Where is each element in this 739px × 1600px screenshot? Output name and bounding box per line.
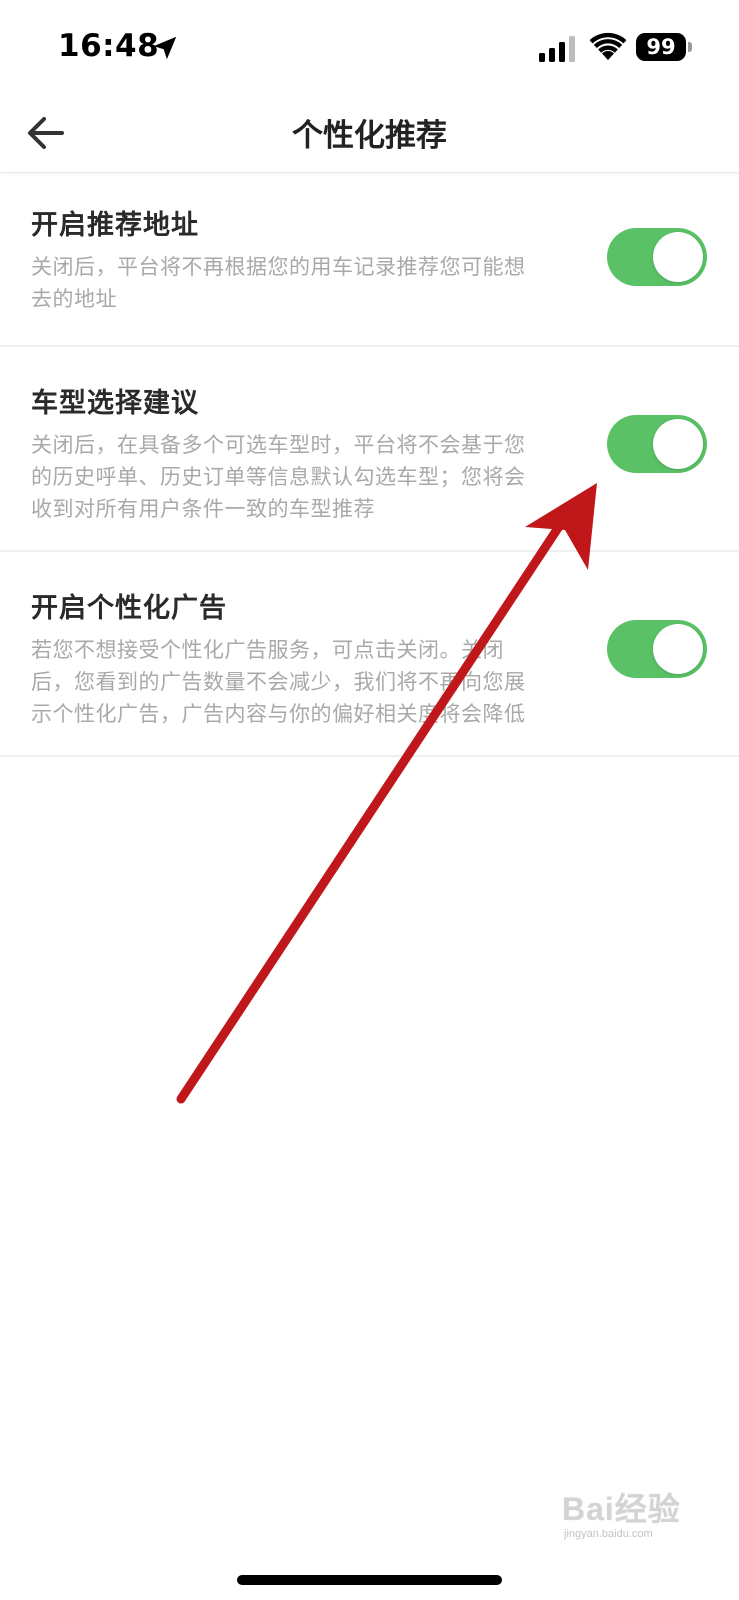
setting-row-recommended-address: 开启推荐地址 关闭后，平台将不再根据您的用车记录推荐您可能想 去的地址 — [0, 173, 739, 347]
description-line: 收到对所有用户条件一致的车型推荐 — [31, 497, 375, 521]
setting-description: 关闭后，在具备多个可选车型时，平台将不会基于您 的历史呼单、历史订单等信息默认勾… — [31, 429, 557, 525]
description-line: 关闭后，在具备多个可选车型时，平台将不会基于您 — [31, 433, 526, 457]
recommended-address-toggle[interactable] — [607, 228, 707, 286]
battery-icon: 99 — [636, 33, 686, 61]
description-line: 若您不想接受个性化广告服务，可点击关闭。关闭 — [31, 638, 504, 662]
description-line: 去的地址 — [31, 287, 117, 311]
settings-list: 开启推荐地址 关闭后，平台将不再根据您的用车记录推荐您可能想 去的地址 车型选择… — [0, 173, 739, 757]
status-time: 16:48 — [58, 28, 160, 64]
toggle-knob — [653, 232, 703, 282]
baidu-jingyan-watermark: Bai经验 jingyan.baidu.com — [562, 1482, 722, 1552]
nav-bar: 个性化推荐 — [0, 96, 739, 173]
page-title: 个性化推荐 — [292, 118, 447, 154]
cellular-signal-icon — [539, 36, 575, 62]
setting-row-personalized-ads: 开启个性化广告 若您不想接受个性化广告服务，可点击关闭。关闭 后，您看到的广告数… — [0, 552, 739, 757]
toggle-knob — [653, 624, 703, 674]
setting-title: 车型选择建议 — [31, 388, 199, 419]
description-line: 后，您看到的广告数量不会减少，我们将不再向您展 — [31, 670, 526, 694]
home-indicator[interactable] — [237, 1575, 502, 1585]
watermark-text: Bai经验 — [562, 1491, 681, 1527]
setting-description: 关闭后，平台将不再根据您的用车记录推荐您可能想 去的地址 — [31, 251, 557, 315]
battery-nub — [688, 42, 692, 52]
screen: 16:48 99 个性化推荐 开启推荐地址 关闭后，平台将不再根据您的用车记录推… — [0, 0, 739, 1600]
wifi-icon — [590, 32, 626, 60]
vehicle-suggestion-toggle[interactable] — [607, 415, 707, 473]
location-arrow-icon — [153, 36, 177, 60]
toggle-knob — [653, 419, 703, 469]
setting-title: 开启推荐地址 — [31, 210, 199, 241]
description-line: 示个性化广告，广告内容与你的偏好相关度将会降低 — [31, 702, 526, 726]
status-bar: 16:48 99 — [0, 0, 739, 96]
watermark-url: jingyan.baidu.com — [564, 1528, 653, 1540]
personalized-ads-toggle[interactable] — [607, 620, 707, 678]
setting-description: 若您不想接受个性化广告服务，可点击关闭。关闭 后，您看到的广告数量不会减少，我们… — [31, 634, 557, 730]
setting-title: 开启个性化广告 — [31, 593, 227, 624]
description-line: 的历史呼单、历史订单等信息默认勾选车型；您将会 — [31, 465, 526, 489]
setting-row-vehicle-suggestion: 车型选择建议 关闭后，在具备多个可选车型时，平台将不会基于您 的历史呼单、历史订… — [0, 347, 739, 552]
description-line: 关闭后，平台将不再根据您的用车记录推荐您可能想 — [31, 255, 526, 279]
